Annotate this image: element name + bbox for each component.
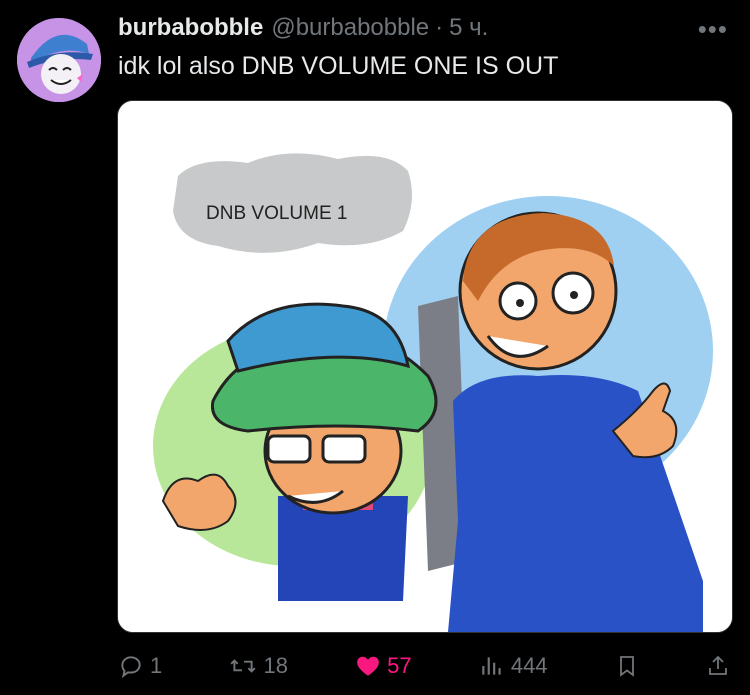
- image-caption: DNB VOLUME 1: [206, 203, 347, 224]
- share-button[interactable]: [706, 653, 730, 679]
- heart-icon: [357, 656, 379, 676]
- views-button[interactable]: 444: [479, 653, 548, 679]
- tweet-text: idk lol also DNB VOLUME ONE IS OUT: [118, 52, 559, 80]
- bookmark-icon: [619, 656, 634, 677]
- bookmark-button[interactable]: [615, 653, 639, 679]
- views-icon: [482, 657, 501, 675]
- repost-icon: [230, 659, 256, 673]
- separator: ·: [435, 14, 444, 41]
- author-handle[interactable]: @burbabobble: [271, 14, 429, 42]
- reply-button[interactable]: 1: [118, 653, 162, 679]
- tweet: burbabobble @burbabobble · 5 ч. ••• idk …: [0, 0, 750, 695]
- share-icon: [709, 655, 727, 675]
- tweet-header: burbabobble @burbabobble · 5 ч.: [118, 14, 690, 48]
- like-count: 57: [387, 653, 412, 678]
- reply-icon: [121, 656, 141, 679]
- reply-count: 1: [150, 653, 163, 678]
- repost-count: 18: [263, 653, 288, 678]
- author-name[interactable]: burbabobble: [118, 14, 263, 42]
- repost-button[interactable]: 18: [229, 653, 288, 679]
- avatar[interactable]: [17, 18, 101, 102]
- like-button[interactable]: 57: [355, 653, 412, 679]
- more-options-icon[interactable]: •••: [698, 14, 728, 45]
- action-bar: 1 18 57 444: [118, 648, 730, 684]
- timestamp[interactable]: 5 ч.: [449, 14, 488, 42]
- views-count: 444: [510, 653, 548, 678]
- tweet-image[interactable]: DNB VOLUME 1: [117, 100, 733, 633]
